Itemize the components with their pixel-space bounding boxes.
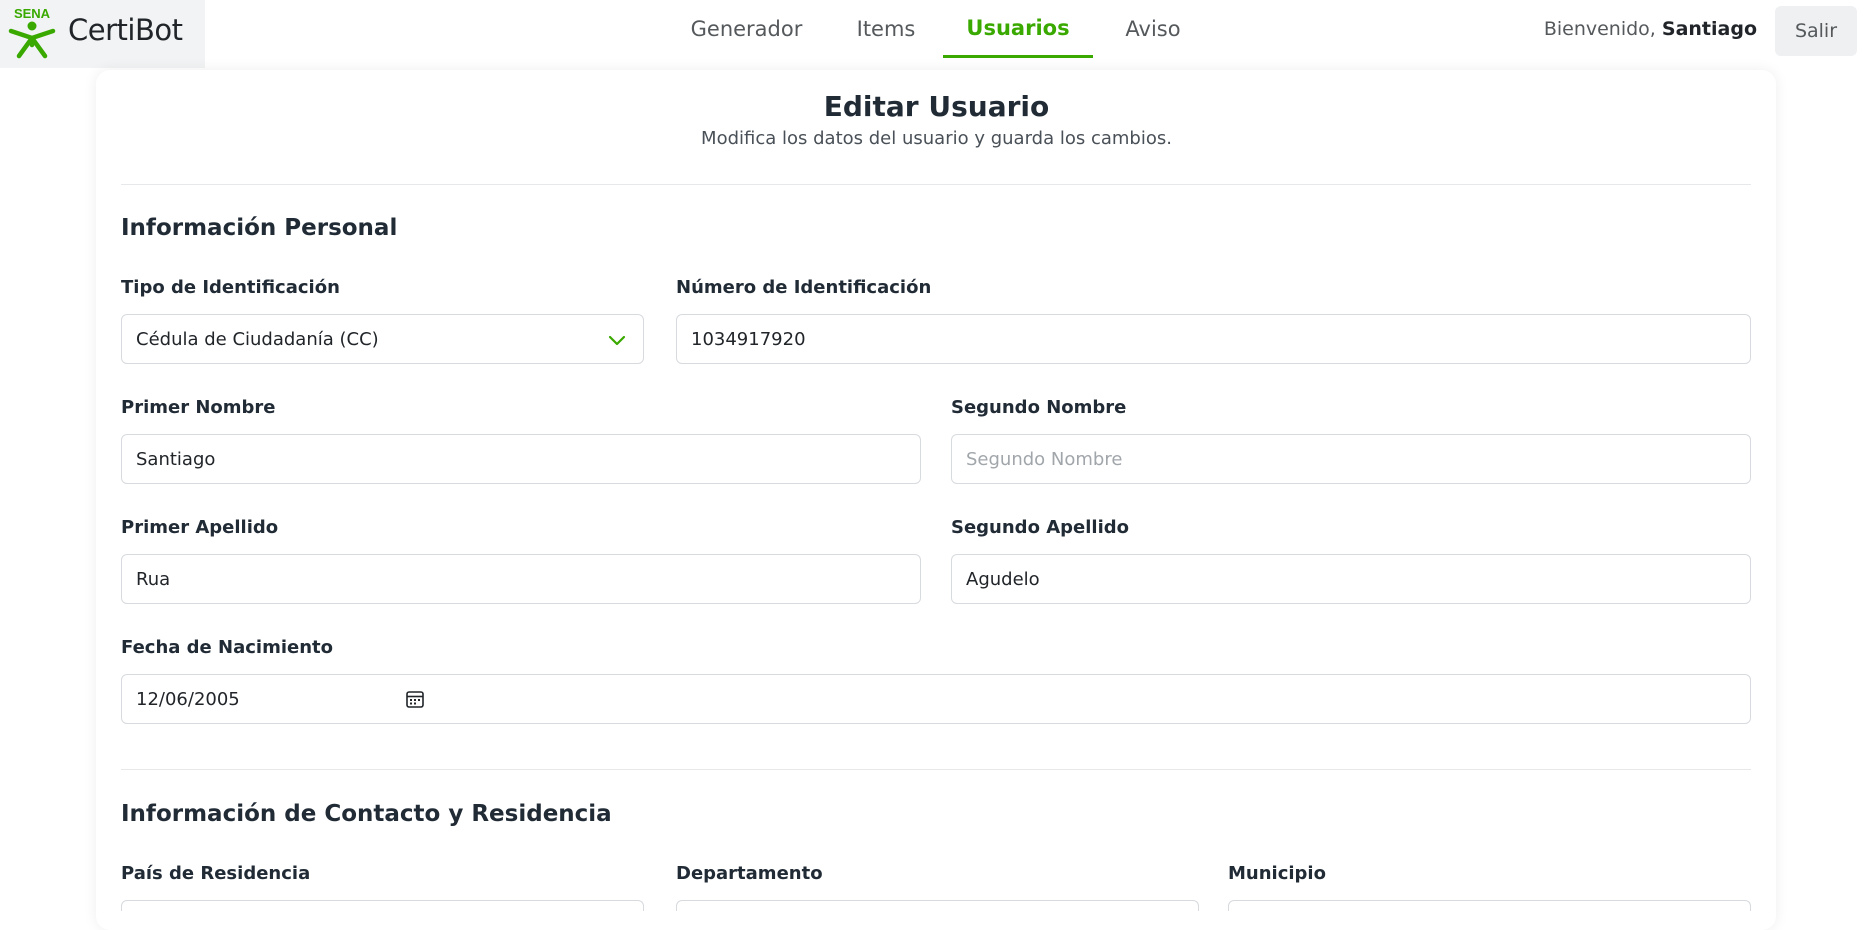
top-navbar: SENA CertiBot Generador Items Usuarios A… [0,0,1873,68]
divider [121,184,1751,185]
nav-generador[interactable]: Generador [677,0,816,58]
department-label: Departamento [676,863,823,884]
municipality-label: Municipio [1228,863,1326,884]
app-title: CertiBot [68,13,183,47]
chevron-down-icon [608,335,626,346]
first-surname-input[interactable] [121,554,921,604]
nav-aviso[interactable]: Aviso [1105,0,1201,58]
svg-text:SENA: SENA [14,6,51,21]
page-title: Editar Usuario [823,90,1050,123]
brand[interactable]: SENA CertiBot [0,0,205,68]
birth-date-label: Fecha de Nacimiento [121,637,334,658]
page-subtitle: Modifica los datos del usuario y guarda … [701,128,1172,149]
second-name-label: Segundo Nombre [951,397,1127,418]
country-label: País de Residencia [121,863,311,884]
id-number-label: Número de Identificación [676,277,932,298]
first-name-label: Primer Nombre [121,397,276,418]
first-surname-label: Primer Apellido [121,517,279,538]
department-select[interactable] [676,900,1199,911]
second-name-input[interactable] [951,434,1751,484]
calendar-icon[interactable] [405,689,425,709]
section-title-contact: Información de Contacto y Residencia [121,801,612,827]
section-title-personal: Información Personal [121,215,398,241]
sena-logo: SENA [8,6,56,59]
country-select[interactable] [121,900,644,911]
second-surname-label: Segundo Apellido [951,517,1129,538]
second-surname-input[interactable] [951,554,1751,604]
birth-date-input[interactable]: 12/06/2005 [121,674,1751,724]
divider [121,769,1751,770]
first-name-input[interactable] [121,434,921,484]
birth-date-value: 12/06/2005 [136,688,240,710]
welcome-prefix: Bienvenido, [1543,18,1656,40]
nav-items[interactable]: Items [840,0,932,58]
id-type-select[interactable]: Cédula de Ciudadanía (CC) [121,314,644,364]
municipality-select[interactable] [1228,900,1751,911]
welcome-message: Bienvenido, Santiago [1544,18,1757,40]
logout-button[interactable]: Salir [1775,6,1857,56]
id-number-input[interactable] [676,314,1751,364]
user-name: Santiago [1661,18,1757,40]
id-type-value: Cédula de Ciudadanía (CC) [136,328,379,350]
nav-usuarios[interactable]: Usuarios [943,0,1093,58]
id-type-label: Tipo de Identificación [121,277,340,298]
